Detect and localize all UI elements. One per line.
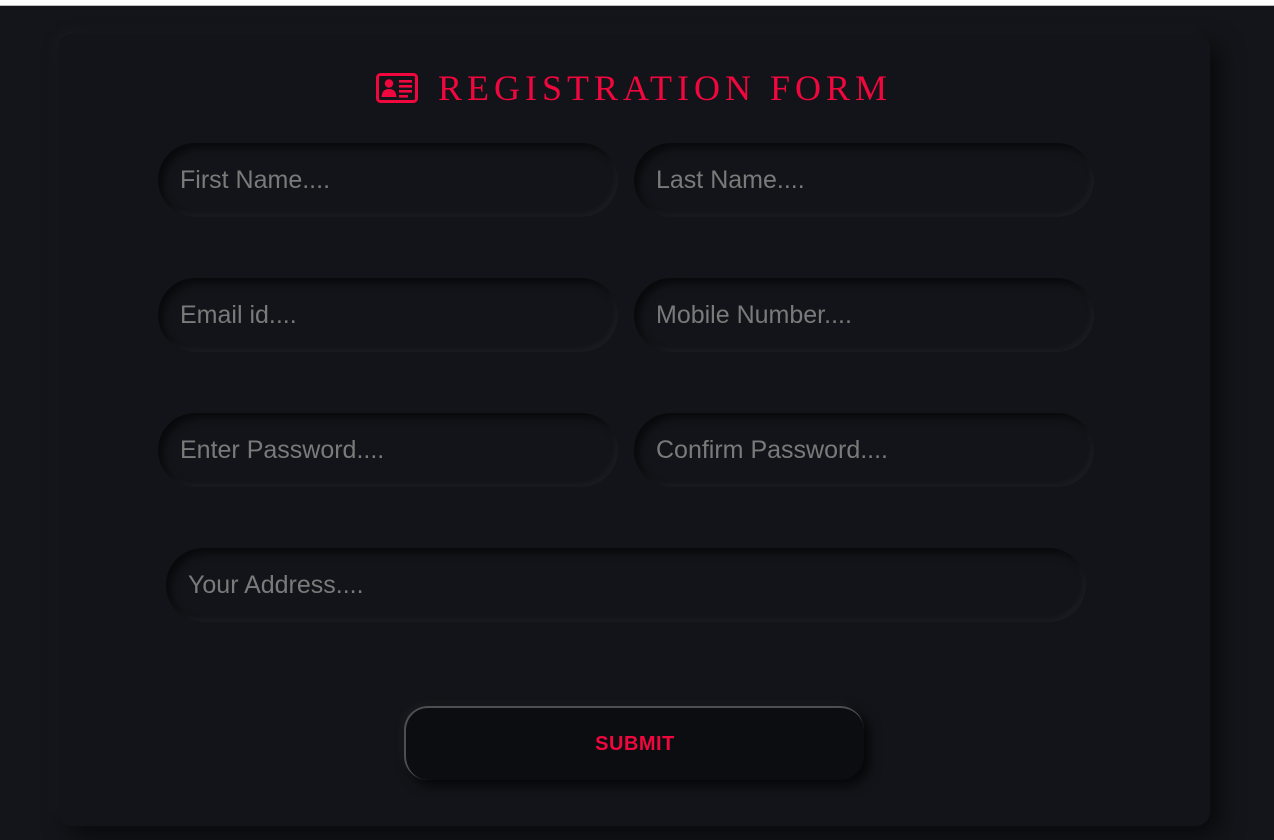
id-card-icon [375,73,418,103]
form-header: REGISTRATION FORM [58,68,1210,108]
form-title: REGISTRATION FORM [437,68,893,108]
last-name-input[interactable] [634,143,1094,217]
password-field [158,413,618,487]
submit-button[interactable]: SUBMIT [404,706,864,780]
password-input[interactable] [158,413,618,487]
mobile-field [634,278,1094,352]
first-name-input[interactable] [158,143,618,217]
browser-top-edge [0,0,1274,6]
last-name-field [634,143,1094,217]
address-input[interactable] [166,548,1086,622]
first-name-field [158,143,618,217]
registration-card: REGISTRATION FORM SUBMIT [58,34,1210,826]
email-input[interactable] [158,278,618,352]
confirm-password-field [634,413,1094,487]
email-field [158,278,618,352]
address-field [166,548,1086,622]
confirm-password-input[interactable] [634,413,1094,487]
mobile-number-input[interactable] [634,278,1094,352]
